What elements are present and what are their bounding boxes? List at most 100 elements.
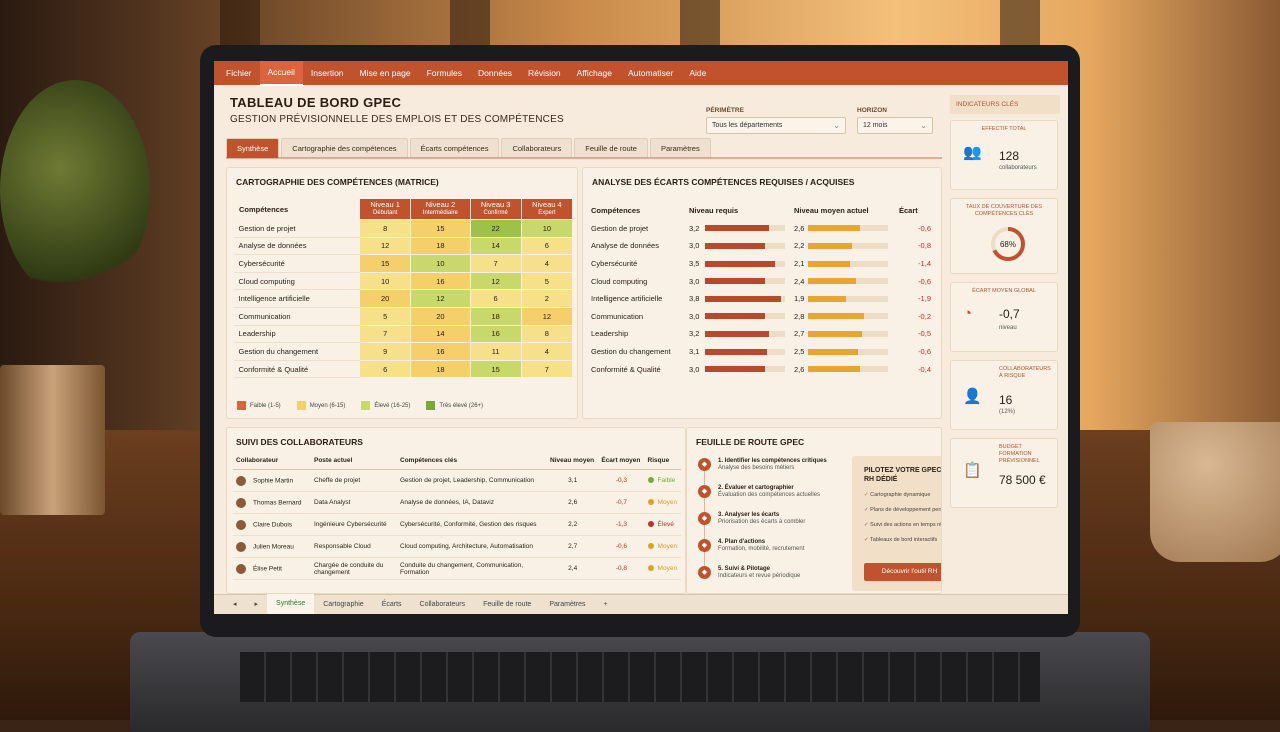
promo-title: PILOTEZ VOTRE GPEC AVEC UN OUTIL RH DÉDI… <box>864 467 942 483</box>
matrix-cell: 16 <box>469 324 522 344</box>
gauge-icon: ◔ <box>963 305 973 322</box>
matrix-cell: 12 <box>469 271 522 291</box>
menu-accueil[interactable]: Accueil <box>259 61 303 86</box>
roadmap-panel: FEUILLE DE ROUTE GPEC ◆ 1. Identifier les… <box>686 427 942 594</box>
collab-poste: Cheffe de projet <box>311 469 397 492</box>
sheet-tabs: ◂ ▸ Synthèse Cartographie Écarts Collaborateu… <box>214 593 1068 615</box>
act-value: 2,6 <box>794 223 805 233</box>
req-bar-track <box>705 348 785 355</box>
collab-table: Collaborateur Poste actuel Compétences clé… <box>233 452 681 580</box>
matrix-panel: CARTOGRAPHIE DES COMPÉTENCES (MATRICE) C… <box>226 167 578 419</box>
collab-comp: Conduite du changement, Communication, F… <box>397 557 547 580</box>
req-value: 3,0 <box>689 364 700 374</box>
matrix-row: Leadership 7 14 16 8 <box>233 324 574 344</box>
collab-header: Risque <box>644 452 681 470</box>
horizon-select[interactable]: 12 mois ⌄ <box>857 117 933 134</box>
act-bar <box>808 295 846 302</box>
gap-label: Leadership <box>591 329 629 339</box>
matrix-row-label: Gestion du changement <box>233 342 360 361</box>
collab-row[interactable]: Élise Petit Chargée de conduite du change… <box>233 557 681 580</box>
legend-item: Moyen (6-15) <box>296 401 345 410</box>
menu-mise-en-page[interactable]: Mise en page <box>352 61 419 85</box>
matrix-row: Gestion de projet 8 15 22 10 <box>233 219 574 238</box>
collab-row[interactable]: Sophie Martin Cheffe de projet Gestion de … <box>233 469 681 492</box>
legend-item: Très élevé (26+) <box>426 401 483 410</box>
promo-item: Suivi des actions en temps réel <box>864 522 941 529</box>
chevron-down-icon: ⌄ <box>833 121 840 130</box>
gap-label: Gestion du changement <box>591 347 671 357</box>
matrix-header-comp: Compétences <box>232 198 361 220</box>
collab-row[interactable]: Julien Moreau Responsable Cloud Cloud comp… <box>233 535 681 558</box>
tab-collaborateurs[interactable]: Collaborateurs <box>501 138 573 158</box>
risk-dot <box>647 565 654 572</box>
gap-value: -1,4 <box>918 259 931 269</box>
sheet-tab-ecarts[interactable]: Écarts <box>373 595 411 615</box>
sheet-tab-parametres[interactable]: Paramètres <box>540 595 594 615</box>
req-bar-track <box>705 260 785 267</box>
person-icon: 👤 <box>963 388 982 405</box>
step-sub: Formation, mobilité, recrutement <box>718 546 805 552</box>
sheet-tab-feuille-de-route[interactable]: Feuille de route <box>474 595 540 615</box>
req-bar-track <box>705 330 785 337</box>
collab-comp: Analyse de données, IA, Dataviz <box>397 491 547 514</box>
menu-donnees[interactable]: Données <box>470 61 520 85</box>
matrix-cell: 12 <box>520 306 574 326</box>
add-sheet-icon[interactable]: + <box>595 595 617 615</box>
perimetre-select[interactable]: Tous les départements ⌄ <box>706 117 846 134</box>
sheet-tab-cartographie[interactable]: Cartographie <box>314 595 372 615</box>
matrix-cell: 7 <box>359 324 412 344</box>
gap-row: Cybersécurité 3,5 2,1 -1,4 <box>591 255 937 273</box>
collab-poste: Chargée de conduite du changement <box>311 557 397 580</box>
roadmap-step: ◆ 4. Plan d'actions Formation, mobilité, r… <box>698 539 804 552</box>
menu-fichier[interactable]: Fichier <box>218 61 260 85</box>
matrix-row: Analyse de données 12 18 14 6 <box>233 236 574 256</box>
matrix-cell: 10 <box>359 271 412 291</box>
collab-row[interactable]: Claire Dubois Ingénieure Cybersécurité Cyb… <box>233 513 681 536</box>
matrix-cell: 2 <box>520 289 574 308</box>
matrix-row: Cloud computing 10 16 12 5 <box>233 271 574 291</box>
menu-insertion[interactable]: Insertion <box>303 61 352 85</box>
matrix-cell: 8 <box>359 219 412 238</box>
menu-aide[interactable]: Aide <box>681 61 714 85</box>
collab-name: Claire Dubois <box>253 521 293 529</box>
step-sub: Évaluation des compétences actuelles <box>718 492 821 498</box>
matrix-cell: 18 <box>410 359 471 379</box>
req-bar <box>705 313 765 320</box>
collab-row[interactable]: Thomas Bernard Data Analyst Analyse de don… <box>233 491 681 514</box>
req-bar <box>705 348 767 355</box>
tab-ecarts-competences[interactable]: Écarts compétences <box>409 138 500 158</box>
discover-tool-button[interactable]: Découvrir l'outil RH <box>864 563 941 581</box>
kpi-effectif-sub: collaborateurs <box>999 165 1037 171</box>
sheet-tab-collaborateurs[interactable]: Collaborateurs <box>411 595 475 615</box>
menu-affichage[interactable]: Affichage <box>569 61 620 85</box>
menu-revision[interactable]: Révision <box>520 61 569 85</box>
menu-automatiser[interactable]: Automatiser <box>620 61 681 85</box>
gap-table: Compétences Niveau requis Niveau moyen a… <box>591 202 937 378</box>
tab-parametres[interactable]: Paramètres <box>649 138 711 158</box>
keyboard <box>240 652 1040 702</box>
sheet-nav-arrow-icon[interactable]: ◂ <box>224 595 246 615</box>
tab-underline <box>226 157 942 159</box>
dashboard-main: TABLEAU DE BORD GPEC GESTION PRÉVISIONNE… <box>214 85 942 594</box>
level-sub: Confirmé <box>483 210 508 216</box>
tab-feuille-de-route[interactable]: Feuille de route <box>574 138 648 158</box>
tab-synthese[interactable]: Synthèse <box>226 138 280 158</box>
kpi-ecart-sub: niveau <box>999 325 1017 331</box>
kpi-risque-card: COLLABORATEURS À RISQUE 👤 16 (12%) <box>950 360 1058 430</box>
matrix-row-label: Gestion de projet <box>233 219 360 238</box>
matrix-cell: 20 <box>359 289 412 308</box>
act-value: 2,5 <box>794 347 805 357</box>
collab-poste: Ingénieure Cybersécurité <box>311 513 397 536</box>
tab-cartographie-des-competences[interactable]: Cartographie des compétences <box>281 138 408 158</box>
gap-value: -0,4 <box>918 364 931 374</box>
matrix-cell: 16 <box>410 342 471 361</box>
clipboard-icon: 📋 <box>963 462 982 479</box>
perimetre-value: Tous les départements <box>712 122 783 129</box>
menu-formules[interactable]: Formules <box>419 61 470 85</box>
collab-ecart: -0,3 <box>598 469 645 492</box>
chevron-down-icon: ⌄ <box>920 121 927 130</box>
sheet-nav-arrow-icon[interactable]: ▸ <box>246 595 268 615</box>
sheet-tab-synthese[interactable]: Synthèse <box>267 593 315 614</box>
roadmap-step: ◆ 1. Identifier les compétences critiques… <box>698 458 827 471</box>
matrix-cell: 6 <box>359 359 412 379</box>
